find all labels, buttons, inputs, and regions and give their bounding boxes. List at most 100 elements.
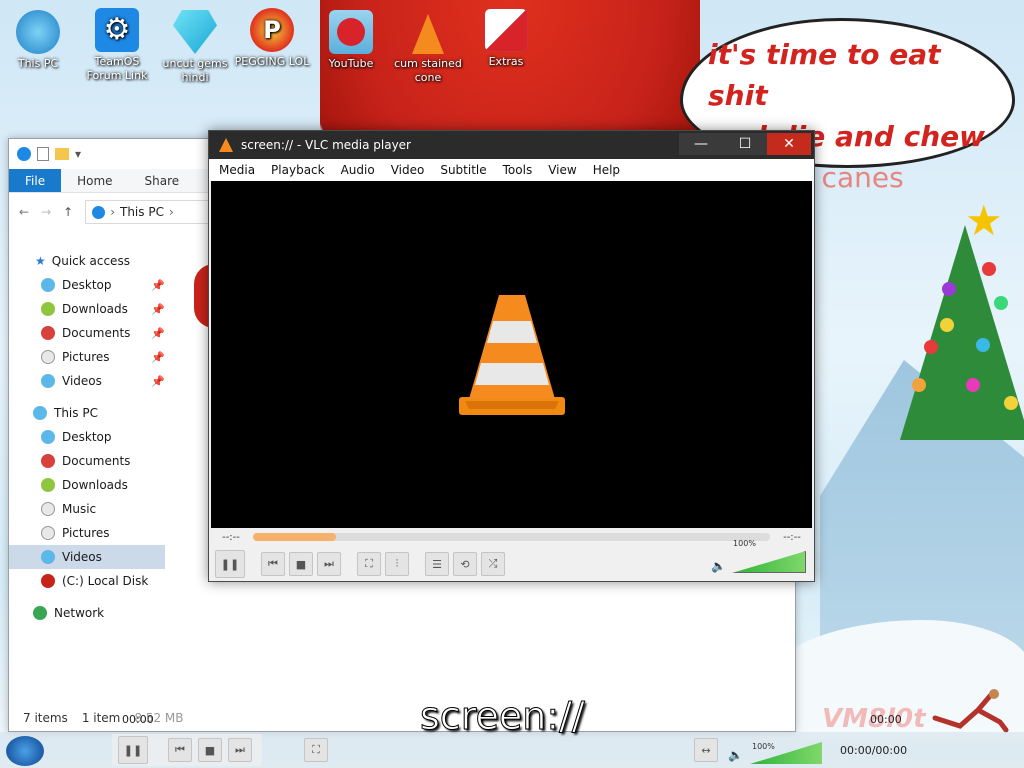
desktop-icon-cone[interactable]: cum stained cone: [387, 10, 469, 85]
desktop-icon-label: Extras: [488, 55, 524, 68]
ribbon-tab-home[interactable]: Home: [61, 169, 128, 192]
nav-downloads-quick[interactable]: Downloads 📌: [9, 297, 165, 321]
fs-previous-button[interactable]: ⏮: [168, 738, 192, 762]
pin-icon: 📌: [151, 302, 165, 316]
folder-icon: [484, 8, 528, 52]
elapsed-time: --:--: [222, 531, 240, 543]
maximize-button[interactable]: ☐: [723, 133, 767, 155]
menu-playback[interactable]: Playback: [263, 163, 333, 177]
menu-audio[interactable]: Audio: [333, 163, 383, 177]
nav-videos[interactable]: Videos: [9, 545, 165, 569]
fs-time-right: 00:00: [870, 713, 902, 726]
desktop-icon-label: This PC: [17, 57, 59, 70]
fs-speaker-icon[interactable]: 🔈: [728, 748, 743, 762]
nav-label: Desktop: [62, 430, 112, 444]
volume-control[interactable]: 🔈 100%: [711, 539, 806, 573]
menu-help[interactable]: Help: [585, 163, 628, 177]
desktop-icon-this-pc[interactable]: This PC: [0, 10, 79, 71]
fs-pause-button[interactable]: ❚❚: [118, 736, 148, 764]
nav-local-disk[interactable]: (C:) Local Disk: [9, 569, 165, 593]
volume-percent: 100%: [733, 539, 756, 548]
nav-music[interactable]: Music: [9, 497, 165, 521]
fs-next-button[interactable]: ⏭: [228, 738, 252, 762]
loop-button[interactable]: ⟲: [453, 552, 477, 576]
ornament: [912, 378, 926, 392]
nav-pictures[interactable]: Pictures: [9, 521, 165, 545]
properties-icon[interactable]: [37, 147, 49, 161]
fs-stop-button[interactable]: ■: [198, 738, 222, 762]
volume-slider[interactable]: [732, 551, 806, 573]
nav-this-pc[interactable]: This PC: [9, 401, 165, 425]
navigation-pane: ★ Quick access Desktop 📌 Downloads 📌 Doc…: [9, 249, 165, 625]
ornament: [966, 378, 980, 392]
pin-icon: 📌: [151, 350, 165, 364]
desktop-icon-youtube[interactable]: YouTube: [310, 10, 392, 71]
back-arrow-icon[interactable]: ←: [19, 205, 29, 219]
this-pc-icon: [17, 147, 31, 161]
menu-tools[interactable]: Tools: [495, 163, 541, 177]
minimize-button[interactable]: —: [679, 133, 723, 155]
fs-fullscreen-button[interactable]: ⛶: [304, 738, 328, 762]
fs-volume-percent: 100%: [752, 742, 775, 751]
extended-settings-button[interactable]: ⫶: [385, 552, 409, 576]
menu-video[interactable]: Video: [383, 163, 433, 177]
desktop-icon-pegging[interactable]: P PEGGING LOL: [231, 8, 313, 69]
chevron-down-icon[interactable]: ▾: [75, 147, 81, 161]
shuffle-button[interactable]: ⤮: [481, 552, 505, 576]
chevron-right-icon: ›: [110, 205, 115, 219]
fs-time-left: 00:00: [122, 713, 154, 726]
nav-desktop[interactable]: Desktop: [9, 425, 165, 449]
menu-media[interactable]: Media: [211, 163, 263, 177]
nav-label: Downloads: [62, 302, 128, 316]
nav-documents-quick[interactable]: Documents 📌: [9, 321, 165, 345]
previous-button[interactable]: ⏮: [261, 552, 285, 576]
ornament: [1004, 396, 1018, 410]
peggle-logo-icon: P: [250, 8, 294, 52]
vlc-window[interactable]: screen:// - VLC media player — ☐ ✕ Media…: [208, 130, 815, 582]
nav-downloads[interactable]: Downloads: [9, 473, 165, 497]
ribbon-tab-file[interactable]: File: [9, 169, 62, 192]
playlist-button[interactable]: ☰: [425, 552, 449, 576]
video-area[interactable]: [211, 181, 812, 528]
stop-button[interactable]: ■: [289, 552, 313, 576]
monitor-icon: [16, 10, 60, 54]
seek-bar-row: --:-- --:--: [209, 529, 814, 545]
seek-slider[interactable]: [253, 533, 770, 541]
videos-icon: [41, 550, 55, 564]
folder-icon[interactable]: [55, 148, 69, 160]
documents-icon: [41, 326, 55, 340]
nav-pictures-quick[interactable]: Pictures 📌: [9, 345, 165, 369]
nav-label: Pictures: [62, 350, 110, 364]
nav-documents[interactable]: Documents: [9, 449, 165, 473]
up-arrow-icon[interactable]: ↑: [63, 205, 73, 219]
fs-ratio-button[interactable]: ↔: [694, 738, 718, 762]
pause-button[interactable]: ❚❚: [215, 550, 245, 578]
chevron-right-icon: ›: [168, 205, 174, 219]
menu-subtitle[interactable]: Subtitle: [432, 163, 494, 177]
cone-icon: [406, 10, 450, 54]
desktop-icon-extras[interactable]: Extras: [465, 8, 547, 69]
close-button[interactable]: ✕: [767, 133, 811, 155]
desktop-icon-teamos[interactable]: ⚙ TeamOS Forum Link: [76, 8, 158, 83]
ornament: [940, 318, 954, 332]
nav-videos-quick[interactable]: Videos 📌: [9, 369, 165, 393]
nav-network[interactable]: Network: [9, 601, 165, 625]
start-button[interactable]: [6, 736, 44, 766]
media-title-overlay: screen://: [420, 694, 586, 739]
forward-arrow-icon[interactable]: →: [41, 205, 51, 219]
bubble-line-1: it's time to eat shit: [708, 38, 941, 112]
menu-view[interactable]: View: [540, 163, 584, 177]
nav-quick-access[interactable]: ★ Quick access: [9, 249, 165, 273]
status-selected: 1 item: [81, 711, 121, 725]
desktop-icon-uncut-gems[interactable]: uncut gems hindi: [154, 10, 236, 85]
nav-desktop-quick[interactable]: Desktop 📌: [9, 273, 165, 297]
this-pc-icon: [33, 406, 47, 420]
nav-label: Downloads: [62, 478, 128, 492]
status-item-count: 7 items: [23, 711, 68, 725]
next-button[interactable]: ⏭: [317, 552, 341, 576]
ribbon-tab-share[interactable]: Share: [129, 169, 196, 192]
nav-label: Videos: [62, 550, 102, 564]
dancer-figure-icon: [932, 689, 1009, 733]
fullscreen-button[interactable]: ⛶: [357, 552, 381, 576]
speaker-icon[interactable]: 🔈: [711, 559, 726, 573]
